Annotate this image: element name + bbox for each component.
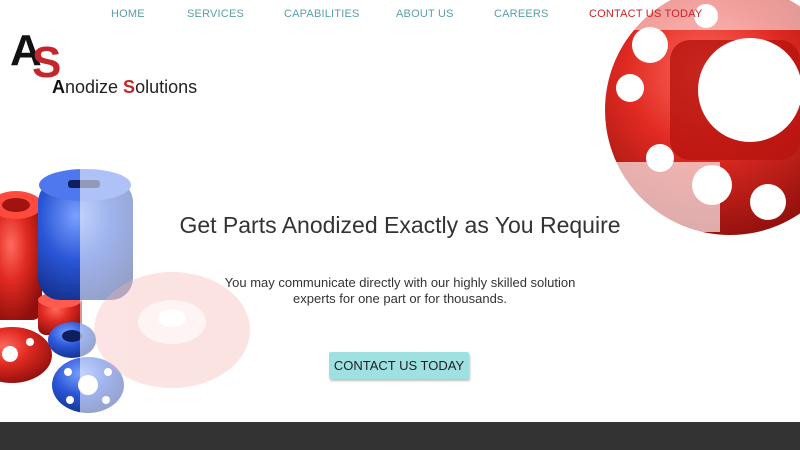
logo-word-rest-2: olutions: [135, 77, 198, 97]
logo-word-rest-1: nodize: [65, 77, 124, 97]
red-disc-part: [0, 327, 52, 383]
company-logo[interactable]: A S Anodize Solutions: [10, 26, 210, 100]
nav-about-us[interactable]: ABOUT US: [396, 8, 454, 20]
logo-wordmark: Anodize Solutions: [52, 77, 197, 98]
footer-bar: [0, 422, 800, 450]
top-navigation: HOME SERVICES CAPABILITIES ABOUT US CARE…: [0, 0, 800, 28]
hero-subtext: You may communicate directly with our hi…: [224, 275, 576, 306]
nav-home[interactable]: HOME: [111, 8, 145, 20]
nav-services[interactable]: SERVICES: [187, 8, 244, 20]
nav-contact-us[interactable]: CONTACT US TODAY: [589, 8, 702, 20]
nav-capabilities[interactable]: CAPABILITIES: [284, 8, 360, 20]
nav-careers[interactable]: CAREERS: [494, 8, 549, 20]
hero-headline: Get Parts Anodized Exactly as You Requir…: [179, 212, 621, 238]
logo-word-s: S: [123, 77, 136, 97]
logo-word-a: A: [52, 77, 65, 97]
contact-us-button[interactable]: CONTACT US TODAY: [329, 352, 469, 379]
